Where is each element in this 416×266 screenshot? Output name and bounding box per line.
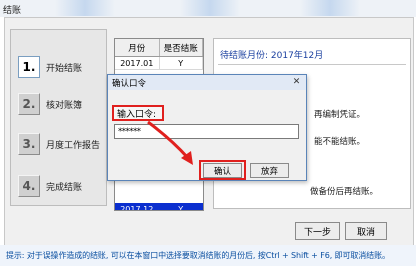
cell-closed: Y <box>160 203 203 210</box>
close-icon[interactable]: ✕ <box>290 76 303 88</box>
password-label: 输入口令: <box>112 105 164 121</box>
table-header: 月份 是否结账 <box>115 39 203 57</box>
step-check-books[interactable]: 2. 核对账簿 <box>18 91 82 117</box>
step-number: 1. <box>18 56 40 78</box>
password-input[interactable]: ****** <box>114 124 299 139</box>
step-label: 核对账簿 <box>46 100 83 111</box>
step-label: 开始结账 <box>46 63 83 74</box>
steps-panel: 1. 开始结账 2. 核对账簿 3. 月度工作报告 4. 完成结账 <box>10 29 107 206</box>
tip-bar: 提示: 对于误操作造成的结账, 可以在本窗口中选择要取消结账的月份后, 按Ctr… <box>0 245 416 266</box>
divider <box>218 64 406 65</box>
info-text: 再编制凭证。 <box>314 110 366 120</box>
titlebar-decoration <box>180 0 240 16</box>
table-row[interactable]: 2017.01 Y <box>115 57 203 70</box>
step-start-closing[interactable]: 1. 开始结账 <box>18 54 82 80</box>
titlebar-decoration <box>55 0 115 16</box>
cell-month: 2017.12 <box>115 203 160 210</box>
table-row-selected[interactable]: 2017.12 Y <box>115 203 203 210</box>
step-label: 完成结账 <box>46 182 83 193</box>
cell-closed: Y <box>160 57 203 69</box>
step-label: 月度工作报告 <box>46 140 101 151</box>
cell-month: 2017.01 <box>115 57 160 69</box>
dialog-titlebar: 确认口令 <box>108 75 306 90</box>
next-button[interactable]: 下一步 <box>295 222 340 240</box>
titlebar-decoration <box>300 0 360 16</box>
info-text: 能不能结账。 <box>314 137 366 147</box>
pending-month-label: 待结账月份: 2017年12月 <box>220 51 324 61</box>
column-header-closed: 是否结账 <box>160 39 203 56</box>
discard-button[interactable]: 放弃 <box>250 163 289 178</box>
step-number: 2. <box>18 93 40 115</box>
step-monthly-report[interactable]: 3. 月度工作报告 <box>18 131 100 157</box>
confirm-password-dialog: 确认口令 ✕ 输入口令: ****** 确认 放弃 <box>107 74 307 181</box>
column-header-month: 月份 <box>115 39 160 56</box>
info-text: 做备份后再结账。 <box>310 187 379 197</box>
step-finish-closing[interactable]: 4. 完成结账 <box>18 173 82 199</box>
window-titlebar: 结账 <box>0 0 416 17</box>
window-title: 结账 <box>3 6 22 16</box>
step-number: 3. <box>18 133 40 155</box>
cancel-button[interactable]: 取消 <box>345 222 387 240</box>
confirm-button-highlight <box>199 160 246 180</box>
step-number: 4. <box>18 175 40 197</box>
dialog-title: 确认口令 <box>112 79 147 89</box>
